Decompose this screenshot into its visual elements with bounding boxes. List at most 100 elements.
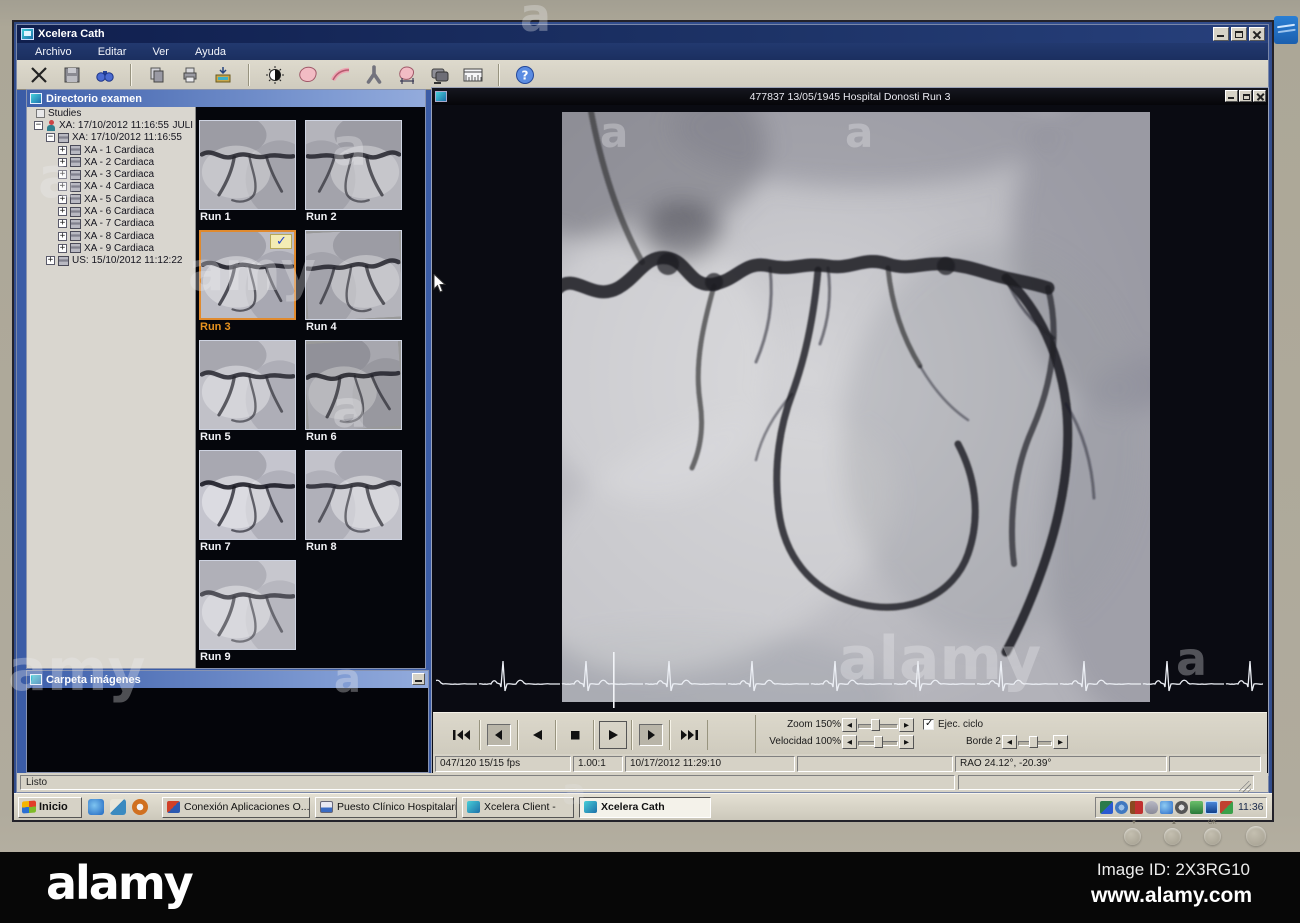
taskbar-task[interactable]: Conexión Aplicaciones O... <box>162 796 310 818</box>
zoom-increase-icon[interactable]: ▶ <box>899 717 914 732</box>
expand-icon[interactable] <box>58 207 67 217</box>
tree-item-series[interactable]: XA - 2 Cardiaca <box>28 156 195 168</box>
collapse-icon[interactable] <box>46 133 55 143</box>
cine-stack-icon[interactable] <box>428 63 452 87</box>
taskbar-task[interactable]: Xcelera Client - <box>462 796 574 818</box>
tree-item-series-group[interactable]: XA: 17/10/2012 11:16:55 <box>28 132 195 144</box>
tree-item-series[interactable]: XA - 4 Cardiaca <box>28 181 195 193</box>
taskbar-task[interactable]: Puesto Clínico Hospitalari... <box>315 796 457 818</box>
tree-item-series[interactable]: XA - 5 Cardiaca <box>28 193 195 205</box>
settings-icon[interactable] <box>1115 800 1128 814</box>
tree-item-root[interactable]: Studies <box>28 107 195 119</box>
monitor-up-button[interactable] <box>1164 828 1181 845</box>
thumbnail-run[interactable]: Run 4 <box>305 230 404 333</box>
tree-item-series[interactable]: XA - 3 Cardiaca <box>28 168 195 180</box>
start-button[interactable]: Inicio <box>18 796 82 818</box>
skip-last-button[interactable] <box>670 720 708 750</box>
heart-analysis-icon[interactable] <box>296 63 320 87</box>
tree-item-series[interactable]: XA - 1 Cardiaca <box>28 144 195 156</box>
minimize-panel-button[interactable] <box>412 673 425 685</box>
image-folder-titlebar[interactable]: Carpeta imágenes <box>27 671 428 688</box>
maximize-button[interactable] <box>1231 27 1247 41</box>
browser-quicklaunch-icon[interactable] <box>88 799 104 815</box>
app-titlebar[interactable]: Xcelera Cath <box>17 25 1268 43</box>
minimize-button[interactable] <box>1213 27 1229 41</box>
monitor-ok-button[interactable] <box>1204 828 1221 845</box>
print-icon[interactable] <box>178 63 202 87</box>
thumbnail-run[interactable]: Run 6 <box>305 340 404 443</box>
save-icon[interactable] <box>60 63 84 87</box>
remote-session-icon[interactable] <box>1100 800 1113 814</box>
ventricle-measure-icon[interactable] <box>395 63 419 87</box>
monitor-power-button[interactable] <box>1246 826 1266 846</box>
play-button[interactable] <box>594 720 632 750</box>
show-desktop-icon[interactable] <box>110 799 126 815</box>
thumbnail-run[interactable]: Run 1 <box>199 120 298 223</box>
network-icon[interactable] <box>1190 800 1203 814</box>
tree-item-series[interactable]: XA - 8 Cardiaca <box>28 230 195 242</box>
vessel-analysis-icon[interactable] <box>329 63 353 87</box>
speed-increase-icon[interactable]: ▶ <box>899 734 914 749</box>
viewer-titlebar[interactable]: 477837 13/05/1945 Hospital Donosti Run 3 <box>432 88 1268 105</box>
calibration-icon[interactable] <box>461 63 485 87</box>
bifurcation-icon[interactable] <box>362 63 386 87</box>
copy-icon[interactable] <box>145 63 169 87</box>
collapse-icon[interactable] <box>34 120 43 130</box>
display-icon[interactable] <box>1205 800 1218 814</box>
tree-item-series[interactable]: XA - 6 Cardiaca <box>28 205 195 217</box>
angiogram-image[interactable] <box>562 112 1150 702</box>
search-icon[interactable] <box>93 63 117 87</box>
stop-button[interactable] <box>556 720 594 750</box>
viewer-minimize-button[interactable] <box>1225 90 1238 102</box>
tree-item-other-study[interactable]: US: 15/10/2012 11:12:22 <box>28 255 195 267</box>
edge-increase-icon[interactable]: ▶ <box>1053 734 1068 749</box>
expand-icon[interactable] <box>46 256 55 266</box>
thumbnail-run[interactable]: Run 5 <box>199 340 298 443</box>
viewer-canvas[interactable] <box>433 105 1267 712</box>
thumbnail-run[interactable]: Run 7 <box>199 450 298 553</box>
thumbnail-run[interactable]: Run 8 <box>305 450 404 553</box>
speed-decrease-icon[interactable]: ◀ <box>842 734 857 749</box>
ejec-ciclo-checkbox[interactable] <box>923 718 934 730</box>
expand-icon[interactable] <box>58 243 67 253</box>
tree-item-series[interactable]: XA - 9 Cardiaca <box>28 242 195 254</box>
expand-icon[interactable] <box>58 157 67 167</box>
zoom-slider[interactable] <box>858 718 898 732</box>
skip-first-button[interactable] <box>442 720 480 750</box>
volume-icon[interactable] <box>1130 800 1143 814</box>
close-button[interactable] <box>1249 27 1265 41</box>
viewer-close-button[interactable] <box>1253 90 1266 102</box>
edge-decrease-icon[interactable]: ◀ <box>1002 734 1017 749</box>
edge-slider[interactable] <box>1018 735 1052 749</box>
contrast-icon[interactable] <box>263 63 287 87</box>
antivirus-icon[interactable] <box>1145 800 1158 814</box>
dual-monitor-icon[interactable] <box>1220 800 1233 814</box>
delete-icon[interactable] <box>27 63 51 87</box>
expand-icon[interactable] <box>58 170 67 180</box>
resize-grip[interactable] <box>1239 781 1251 793</box>
menu-ayuda[interactable]: Ayuda <box>195 46 226 58</box>
directory-titlebar[interactable]: Directorio examen <box>27 90 425 107</box>
expand-icon[interactable] <box>58 145 67 155</box>
expand-icon[interactable] <box>58 182 67 192</box>
viewer-maximize-button[interactable] <box>1239 90 1252 102</box>
speed-slider[interactable] <box>858 735 898 749</box>
update-icon[interactable] <box>1175 800 1188 814</box>
taskbar-task[interactable]: Xcelera Cath <box>579 796 711 818</box>
expand-icon[interactable] <box>58 231 67 241</box>
export-icon[interactable] <box>211 63 235 87</box>
messenger-icon[interactable] <box>1160 800 1173 814</box>
menu-archivo[interactable]: Archivo <box>35 46 72 58</box>
media-player-icon[interactable] <box>132 799 148 815</box>
monitor-down-button[interactable] <box>1124 828 1141 845</box>
tree-item-study[interactable]: XA: 17/10/2012 11:16:55 JULI <box>28 119 195 131</box>
thumbnail-run[interactable]: Run 3 <box>199 230 298 333</box>
tree-item-series[interactable]: XA - 7 Cardiaca <box>28 218 195 230</box>
help-icon[interactable]: ? <box>513 63 537 87</box>
menu-editar[interactable]: Editar <box>98 46 127 58</box>
step-back-button[interactable] <box>480 720 518 750</box>
play-reverse-button[interactable] <box>518 720 556 750</box>
thumbnail-run[interactable]: Run 2 <box>305 120 404 223</box>
expand-icon[interactable] <box>58 194 67 204</box>
expand-icon[interactable] <box>58 219 67 229</box>
